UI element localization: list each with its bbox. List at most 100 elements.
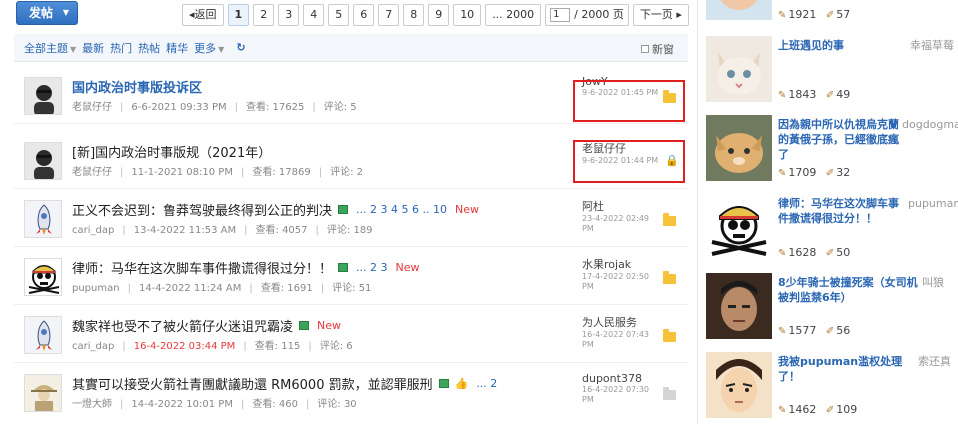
page-link-1[interactable]: 1: [227, 4, 250, 26]
sidebar-author[interactable]: pupuman: [908, 196, 958, 211]
sidebar-author[interactable]: 索还真: [918, 354, 958, 369]
chevron-down-icon: ▼: [218, 44, 225, 54]
meta-separator: |: [234, 102, 238, 113]
sidebar-author[interactable]: 叫狼: [922, 275, 958, 290]
sidebar-item[interactable]: 因為親中所以仇視烏克蘭的黃俄子孫，已經徹底瘋了 dogdogman ✎1709 …: [706, 115, 958, 185]
thread-page-links[interactable]: ... 2 3: [356, 261, 387, 274]
thread-author[interactable]: 老鼠仔仔: [72, 102, 112, 113]
back-button[interactable]: ◂返回: [182, 4, 224, 26]
thread-thumbnail[interactable]: [706, 273, 772, 339]
last-post-user[interactable]: 为人民服务: [582, 314, 662, 330]
avatar[interactable]: [24, 142, 62, 180]
replies-label: 评论:: [319, 341, 344, 352]
sidebar-title[interactable]: 我被pupuman滥权处理了！: [778, 354, 906, 384]
thread-date: 14-4-2022 11:24 AM: [138, 283, 242, 294]
thread-title-line: 魏家祥也受不了被火箭仔火迷诅咒霸凌 New: [72, 316, 341, 335]
sidebar-item[interactable]: 我被pupuman滥权处理了！ 索还真 ✎ 1462 ✐ 109: [706, 352, 956, 424]
page-link-10[interactable]: 10: [453, 4, 482, 26]
thread-title[interactable]: 国内政治时事版投诉区: [72, 77, 202, 96]
refresh-icon[interactable]: ↻: [236, 41, 245, 54]
thread-author[interactable]: cari_dap: [72, 341, 114, 352]
sidebar-stats: ✎ 1843 ✐ 49: [778, 88, 850, 101]
sidebar-title[interactable]: 因為親中所以仇視烏克蘭的黃俄子孫，已經徹底瘋了: [778, 117, 900, 162]
page-link-9[interactable]: 9: [428, 4, 450, 26]
filter-all[interactable]: 全部主题 ▼: [24, 40, 76, 56]
page-link-6[interactable]: 6: [353, 4, 375, 26]
next-page-button[interactable]: 下一页 ▸: [632, 4, 689, 26]
next-page-label: 下一页: [639, 8, 673, 21]
sidebar-item[interactable]: 律师：马华在这次脚车事件撒谎得很过分！！ pupuman ✎ 1628 ✐ 50: [706, 194, 958, 264]
page-total: / 2000 页: [574, 8, 624, 21]
last-post-user[interactable]: dupont378: [582, 372, 662, 385]
thread-title[interactable]: 正义不会迟到：鲁莽驾驶最终得到公正的判决: [72, 200, 332, 219]
sidebar-title[interactable]: 律师：马华在这次脚车事件撒谎得很过分！！: [778, 196, 904, 226]
filter-hot[interactable]: 热门: [110, 40, 132, 56]
thread-author[interactable]: 一燈大師: [72, 399, 112, 410]
avatar[interactable]: [24, 200, 62, 238]
filter-latest[interactable]: 最新: [82, 40, 104, 56]
image-attachment-icon: [438, 379, 449, 388]
sidebar-author[interactable]: dogdogman: [902, 117, 958, 132]
thread-thumbnail[interactable]: [706, 115, 772, 181]
thread-author[interactable]: 老鼠仔仔: [72, 167, 112, 178]
thread-thumbnail[interactable]: [706, 0, 772, 20]
sidebar-item[interactable]: 8少年骑士被撞死案（女司机被判监禁6年） 叫狼 ✎ 1577 ✐ 56: [706, 273, 956, 343]
thread-thumbnail[interactable]: [706, 194, 772, 260]
thread-page-links[interactable]: ... 2: [476, 377, 497, 390]
thumbs-up-icon: 👍: [454, 377, 469, 390]
page-link-7[interactable]: 7: [378, 4, 400, 26]
page-link-8[interactable]: 8: [403, 4, 425, 26]
thread-title[interactable]: 其實可以接受火箭社青團獻議助還 RM6000 罰款，並認罪服刑: [72, 374, 433, 393]
last-post-user[interactable]: 水果rojak: [582, 256, 662, 272]
sidebar-stats: ✎ 1628 ✐ 50: [778, 246, 850, 259]
page-link-3[interactable]: 3: [278, 4, 300, 26]
avatar[interactable]: [24, 258, 62, 296]
thread-replies: 30: [343, 399, 357, 410]
meta-separator: |: [120, 399, 124, 410]
page-link-2[interactable]: 2: [253, 4, 275, 26]
last-post: 水果rojak 17-4-2022 02:50 PM: [582, 256, 662, 292]
sidebar-replies: 56: [836, 324, 851, 337]
image-attachment-icon: [338, 263, 349, 272]
thread-thumbnail[interactable]: [706, 36, 772, 102]
thread-author[interactable]: cari_dap: [72, 225, 114, 236]
view-count-icon: ✎: [778, 248, 787, 259]
meta-separator: |: [122, 225, 126, 236]
page-jump-input[interactable]: 1: [550, 8, 571, 22]
thread-meta: 一燈大師 | 14-4-2022 10:01 PM | 查看: 460 | 评论: 30: [72, 395, 357, 410]
thread-author[interactable]: pupuman: [72, 283, 120, 294]
new-badge: New: [454, 203, 479, 216]
thread-page-links[interactable]: ... 2 3 4 5 6 .. 10: [356, 203, 447, 216]
filter-hotposts[interactable]: 热帖: [138, 40, 160, 56]
page-link-4[interactable]: 4: [303, 4, 325, 26]
thread-thumbnail[interactable]: [706, 352, 772, 418]
meta-separator: |: [240, 167, 245, 178]
page-link-5[interactable]: 5: [328, 4, 350, 26]
new-post-button[interactable]: 发帖 ▼: [16, 1, 78, 25]
sidebar-title[interactable]: 8少年骑士被撞死案（女司机被判监禁6年）: [778, 275, 918, 305]
replies-label: 评论:: [323, 102, 348, 113]
thread-row: 魏家祥也受不了被火箭仔火迷诅咒霸凌 New cari_dap | 16-4-2022…: [14, 306, 688, 363]
sidebar-item[interactable]: ✎ 1921 ✐ 57: [706, 0, 956, 24]
thread-views: 460: [278, 399, 298, 410]
sidebar-item[interactable]: 上班遇见的事 幸福草莓 ✎ 1843 ✐ 49: [706, 36, 956, 106]
thread-title[interactable]: 魏家祥也受不了被火箭仔火迷诅咒霸凌: [72, 316, 293, 335]
sidebar-title[interactable]: 上班遇见的事: [778, 38, 898, 53]
reply-count-icon: ✐: [825, 168, 835, 179]
chevron-down-icon[interactable]: ▼: [63, 2, 69, 24]
last-post-user[interactable]: 阿杜: [582, 198, 662, 214]
avatar[interactable]: [24, 374, 62, 412]
page-link-last[interactable]: ... 2000: [485, 4, 542, 26]
thread-title-line: 其實可以接受火箭社青團獻議助還 RM6000 罰款，並認罪服刑 👍 ... 2: [72, 374, 497, 393]
thread-title[interactable]: [新]国内政治时事版规（2021年）: [72, 142, 271, 161]
new-window-checkbox[interactable]: [641, 45, 649, 53]
thread-views: 115: [281, 341, 301, 352]
sidebar-author[interactable]: 幸福草莓: [910, 38, 958, 53]
thread-title-line: 国内政治时事版投诉区: [72, 77, 202, 96]
thread-title[interactable]: 律师：马华在这次脚车事件撒谎得很过分！！: [72, 258, 332, 277]
avatar[interactable]: [24, 77, 62, 115]
filter-more[interactable]: 更多 ▼: [194, 40, 224, 56]
avatar[interactable]: [24, 316, 62, 354]
filter-digest[interactable]: 精华: [166, 40, 188, 56]
new-window-toggle[interactable]: 新窗: [641, 41, 674, 57]
